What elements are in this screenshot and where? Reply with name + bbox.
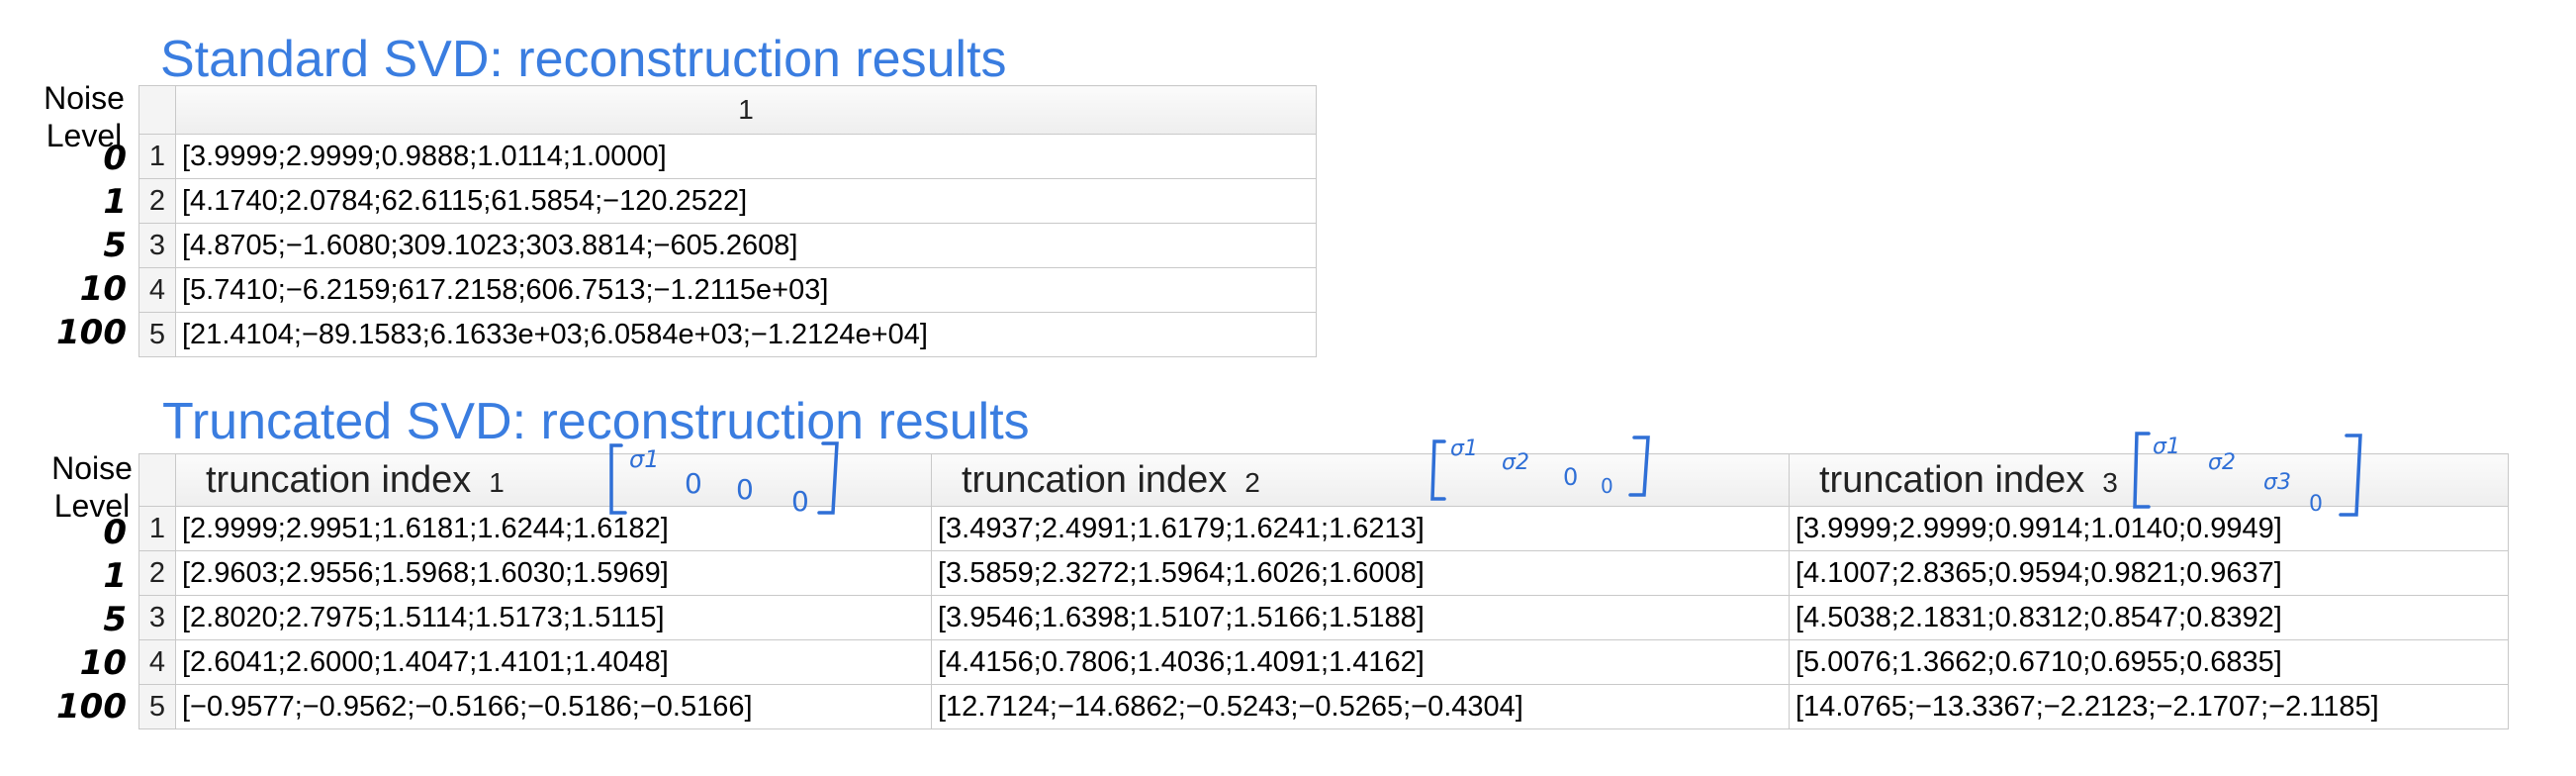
column-header-truncation-1[interactable]: truncation index 1	[175, 453, 932, 507]
column-header-truncation-2[interactable]: truncation index 2	[931, 453, 1790, 507]
table-cell[interactable]: [3.9999;2.9999;0.9914;1.0140;0.9949]	[1789, 506, 2509, 551]
column-index: 3	[2102, 466, 2118, 498]
row-number[interactable]: 1	[138, 134, 176, 179]
table-cell[interactable]: [14.0765;−13.3367;−2.2123;−2.1707;−2.118…	[1789, 684, 2509, 729]
table-cell[interactable]: [3.9999;2.9999;0.9888;1.0114;1.0000]	[175, 134, 1317, 179]
row-number[interactable]: 2	[138, 550, 176, 596]
table-cell[interactable]: [2.8020;2.7975;1.5114;1.5173;1.5115]	[175, 595, 932, 640]
table-row: 1 [2.9999;2.9951;1.6181;1.6244;1.6182] […	[138, 506, 2509, 551]
table-row: 1 [3.9999;2.9999;0.9888;1.0114;1.0000]	[138, 134, 1317, 179]
table-corner	[138, 453, 176, 507]
table-cell[interactable]: [4.1007;2.8365;0.9594;0.9821;0.9637]	[1789, 550, 2509, 596]
truncated-svd-table: truncation index 1 truncation index 2 trun…	[138, 453, 2509, 729]
noise-level-value: 100	[56, 687, 127, 727]
column-index: 1	[489, 466, 505, 498]
table-row: 3 [4.8705;−1.6080;309.1023;303.8814;−605…	[138, 223, 1317, 268]
table-cell[interactable]: [4.4156;0.7806;1.4036;1.4091;1.4162]	[931, 639, 1790, 685]
table-cell[interactable]: [12.7124;−14.6862;−0.5243;−0.5265;−0.430…	[931, 684, 1790, 729]
row-number[interactable]: 3	[138, 223, 176, 268]
standard-svd-title: Standard SVD: reconstruction results	[160, 31, 1007, 88]
table-row: 4 [2.6041;2.6000;1.4047;1.4101;1.4048] […	[138, 639, 2509, 685]
row-number[interactable]: 4	[138, 639, 176, 685]
table-cell[interactable]: [2.9999;2.9951;1.6181;1.6244;1.6182]	[175, 506, 932, 551]
table-cell[interactable]: [2.9603;2.9556;1.5968;1.6030;1.5969]	[175, 550, 932, 596]
noise-level-value: 0	[103, 513, 127, 552]
standard-svd-table: 1 1 [3.9999;2.9999;0.9888;1.0114;1.0000]…	[138, 85, 1317, 357]
table-row: 5 [−0.9577;−0.9562;−0.5166;−0.5186;−0.51…	[138, 684, 2509, 729]
noise-level-value: 5	[103, 600, 127, 639]
table-cell[interactable]: [5.7410;−6.2159;617.2158;606.7513;−1.211…	[175, 267, 1317, 313]
column-header[interactable]: 1	[175, 85, 1317, 135]
table-header-row: 1	[138, 85, 1317, 135]
column-index: 2	[1244, 466, 1260, 498]
table-cell[interactable]: [−0.9577;−0.9562;−0.5166;−0.5186;−0.5166…	[175, 684, 932, 729]
table-cell[interactable]: [3.5859;2.3272;1.5964;1.6026;1.6008]	[931, 550, 1790, 596]
table-cell[interactable]: [3.9546;1.6398;1.5107;1.5166;1.5188]	[931, 595, 1790, 640]
row-number[interactable]: 5	[138, 312, 176, 357]
row-number[interactable]: 3	[138, 595, 176, 640]
column-label: truncation index	[962, 458, 1228, 501]
column-label: truncation index	[1819, 458, 2085, 501]
table-cell[interactable]: [5.0076;1.3662;0.6710;0.6955;0.6835]	[1789, 639, 2509, 685]
noise-level-value: 5	[103, 226, 127, 265]
table-header-row: truncation index 1 truncation index 2 trun…	[138, 453, 2509, 507]
column-header-truncation-3[interactable]: truncation index 3	[1789, 453, 2509, 507]
noise-level-value: 100	[56, 313, 127, 352]
truncated-svd-title: Truncated SVD: reconstruction results	[162, 393, 1030, 450]
table-cell[interactable]: [21.4104;−89.1583;6.1633e+03;6.0584e+03;…	[175, 312, 1317, 357]
noise-level-value: 10	[79, 643, 127, 683]
noise-level-value: 1	[103, 556, 127, 596]
table-row: 2 [2.9603;2.9556;1.5968;1.6030;1.5969] […	[138, 550, 2509, 596]
table-cell[interactable]: [4.8705;−1.6080;309.1023;303.8814;−605.2…	[175, 223, 1317, 268]
row-number[interactable]: 2	[138, 178, 176, 224]
table-row: 5 [21.4104;−89.1583;6.1633e+03;6.0584e+0…	[138, 312, 1317, 357]
column-label: truncation index	[206, 458, 472, 501]
table-row: 3 [2.8020;2.7975;1.5114;1.5173;1.5115] […	[138, 595, 2509, 640]
table-cell[interactable]: [4.5038;2.1831;0.8312;0.8547;0.8392]	[1789, 595, 2509, 640]
row-number[interactable]: 5	[138, 684, 176, 729]
table-corner	[138, 85, 176, 135]
table-cell[interactable]: [2.6041;2.6000;1.4047;1.4101;1.4048]	[175, 639, 932, 685]
table-row: 4 [5.7410;−6.2159;617.2158;606.7513;−1.2…	[138, 267, 1317, 313]
row-number[interactable]: 1	[138, 506, 176, 551]
row-number[interactable]: 4	[138, 267, 176, 313]
noise-level-value: 1	[103, 182, 127, 222]
noise-level-value: 0	[103, 139, 127, 178]
table-cell[interactable]: [3.4937;2.4991;1.6179;1.6241;1.6213]	[931, 506, 1790, 551]
table-cell[interactable]: [4.1740;2.0784;62.6115;61.5854;−120.2522…	[175, 178, 1317, 224]
table-row: 2 [4.1740;2.0784;62.6115;61.5854;−120.25…	[138, 178, 1317, 224]
noise-level-value: 10	[79, 269, 127, 309]
